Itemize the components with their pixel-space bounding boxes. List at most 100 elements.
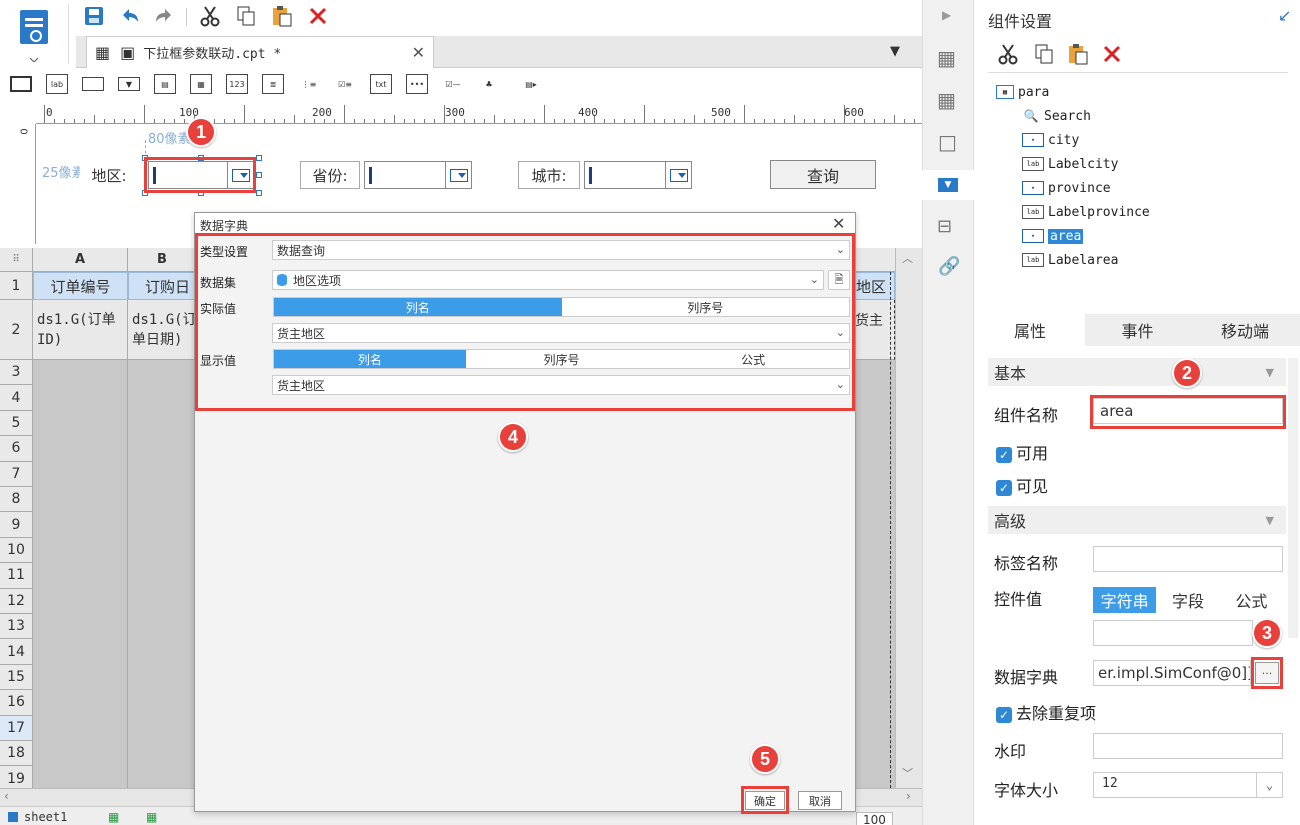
- tree-item-labelarea[interactable]: lab Labelarea: [1022, 250, 1118, 270]
- tree-item-labelprovince[interactable]: lab Labelprovince: [1022, 202, 1150, 222]
- tab-close-icon[interactable]: ✕: [412, 43, 425, 62]
- undo-icon[interactable]: [118, 4, 142, 28]
- add-poly-icon[interactable]: ▦: [146, 810, 157, 824]
- tab-events[interactable]: 事件: [1085, 314, 1190, 346]
- row-header[interactable]: 6: [0, 436, 33, 462]
- app-logo-button[interactable]: [14, 6, 54, 63]
- col-header-a[interactable]: A: [33, 248, 128, 272]
- widget-date-icon[interactable]: ▦: [190, 74, 212, 94]
- enabled-checkbox[interactable]: ✓ 可用: [996, 440, 1048, 464]
- scroll-up-icon[interactable]: ︿: [902, 250, 913, 266]
- row-header[interactable]: 2: [0, 300, 33, 360]
- collapse-arrow-icon[interactable]: ▶: [942, 8, 951, 22]
- scroll-right-icon[interactable]: ›: [906, 789, 911, 803]
- dict-value-input[interactable]: er.impl.SimConf@0]]: [1093, 660, 1251, 686]
- save-icon[interactable]: [82, 4, 106, 28]
- row-header[interactable]: 9: [0, 512, 33, 538]
- tree-item-para[interactable]: ▦ para: [996, 82, 1049, 102]
- widget-lib-icon[interactable]: ▦: [937, 88, 956, 112]
- tab-properties[interactable]: 属性: [975, 314, 1085, 346]
- zoom-value[interactable]: 100: [856, 812, 893, 825]
- cell-b2[interactable]: ds1.G(订单日期): [128, 300, 196, 360]
- file-tab[interactable]: ▦ ▣ 下拉框参数联动.cpt * ✕: [86, 36, 434, 68]
- panel-pin-icon[interactable]: ↙: [1278, 6, 1291, 25]
- tree-item-province[interactable]: ▾ province: [1022, 178, 1111, 198]
- redo-icon[interactable]: [152, 4, 176, 28]
- layer-icon[interactable]: ⊟: [937, 216, 952, 237]
- scroll-left-icon[interactable]: ‹: [4, 789, 9, 803]
- province-combo[interactable]: [364, 161, 472, 189]
- cancel-button[interactable]: 取消: [798, 791, 842, 810]
- row-header[interactable]: 11: [0, 563, 33, 589]
- widget-checkboxsingle-icon[interactable]: ☑—: [442, 74, 464, 94]
- province-combo-dropdown-icon[interactable]: [445, 162, 471, 188]
- scroll-down-icon[interactable]: ﹀: [902, 765, 913, 781]
- widget-textarea-icon[interactable]: ≣: [262, 74, 284, 94]
- fontsize-select[interactable]: 12 ⌄: [1093, 772, 1283, 798]
- advanced-section-header[interactable]: 高级 ▼: [988, 506, 1286, 534]
- tag-input[interactable]: [1093, 546, 1283, 572]
- panel-copy-icon[interactable]: [1032, 42, 1056, 66]
- widget-tree-icon[interactable]: ♣: [478, 74, 500, 94]
- sheet-tab[interactable]: sheet1: [8, 810, 67, 824]
- row-header[interactable]: 10: [0, 537, 33, 564]
- row-header[interactable]: 12: [0, 588, 33, 614]
- tree-item-search[interactable]: 🔍 Search: [1022, 106, 1091, 126]
- city-combo-dropdown-icon[interactable]: [665, 162, 691, 188]
- query-button[interactable]: 查询: [770, 160, 876, 189]
- widget-password-icon[interactable]: •••: [406, 74, 428, 94]
- layout-icon[interactable]: ▦: [937, 46, 956, 70]
- widget-label-icon[interactable]: lab: [46, 74, 68, 94]
- header-cell-b1[interactable]: 订购日: [128, 272, 196, 300]
- add-sheet-icon[interactable]: ▦: [108, 810, 119, 824]
- widget-number-icon[interactable]: 123: [226, 74, 248, 94]
- col-header-b[interactable]: B: [128, 248, 196, 272]
- row-header[interactable]: 1: [0, 272, 33, 300]
- watermark-input[interactable]: [1093, 733, 1283, 759]
- widget-checkbox-icon[interactable]: ☑≡: [334, 74, 356, 94]
- city-combo[interactable]: [584, 161, 692, 189]
- visible-checkbox[interactable]: ✓ 可见: [996, 473, 1048, 497]
- ctrl-tab-string[interactable]: 字符串: [1093, 587, 1157, 613]
- cut-icon[interactable]: [198, 4, 222, 28]
- component-settings-icon[interactable]: ▼: [922, 170, 974, 200]
- delete-icon[interactable]: [306, 4, 330, 28]
- panel-cut-icon[interactable]: [996, 42, 1020, 66]
- dialog-close-icon[interactable]: ✕: [832, 214, 845, 233]
- area-label[interactable]: 地区:: [80, 161, 138, 189]
- header-cell-a1[interactable]: 订单编号: [33, 272, 128, 300]
- row-header[interactable]: 18: [0, 741, 33, 767]
- tree-item-labelcity[interactable]: lab Labelcity: [1022, 154, 1118, 174]
- row-header[interactable]: 15: [0, 664, 33, 691]
- widget-more-icon[interactable]: ▤▸: [520, 74, 542, 94]
- frame-icon[interactable]: □: [938, 130, 957, 154]
- row-header[interactable]: 5: [0, 410, 33, 437]
- row-header[interactable]: 7: [0, 461, 33, 487]
- row-header[interactable]: 8: [0, 487, 33, 513]
- ctrl-tab-field[interactable]: 字段: [1156, 587, 1219, 613]
- dedupe-checkbox[interactable]: ✓ 去除重复项: [996, 700, 1096, 724]
- widget-button-icon[interactable]: [82, 77, 104, 91]
- row-header[interactable]: 13: [0, 614, 33, 640]
- ctrl-tabs[interactable]: 字符串 字段 公式: [1093, 587, 1283, 613]
- widget-rect-icon[interactable]: [10, 76, 32, 92]
- tree-item-city[interactable]: ▾ city: [1022, 130, 1079, 150]
- tab-menu-icon[interactable]: ▼: [890, 44, 900, 59]
- row-header[interactable]: 14: [0, 639, 33, 665]
- link-icon[interactable]: 🔗: [938, 256, 960, 277]
- row-header[interactable]: 16: [0, 690, 33, 716]
- tab-mobile[interactable]: 移动端: [1190, 314, 1300, 346]
- widget-combo-icon[interactable]: ▼: [118, 77, 140, 91]
- panel-paste-icon[interactable]: [1066, 42, 1090, 66]
- row-header[interactable]: 3: [0, 360, 33, 386]
- widget-radio-icon[interactable]: ⋮≡: [298, 74, 320, 94]
- row-header[interactable]: 4: [0, 385, 33, 411]
- cell-area2[interactable]: 货主: [855, 300, 895, 360]
- widget-text-icon[interactable]: txt: [370, 74, 392, 94]
- cell-a2[interactable]: ds1.G(订单ID): [33, 300, 128, 360]
- province-label[interactable]: 省份:: [300, 161, 360, 189]
- row-header[interactable]: 17: [0, 715, 33, 741]
- ctrl-tab-formula[interactable]: 公式: [1220, 587, 1283, 613]
- tree-item-area[interactable]: ▾ area: [1022, 226, 1084, 246]
- city-label[interactable]: 城市:: [518, 161, 580, 189]
